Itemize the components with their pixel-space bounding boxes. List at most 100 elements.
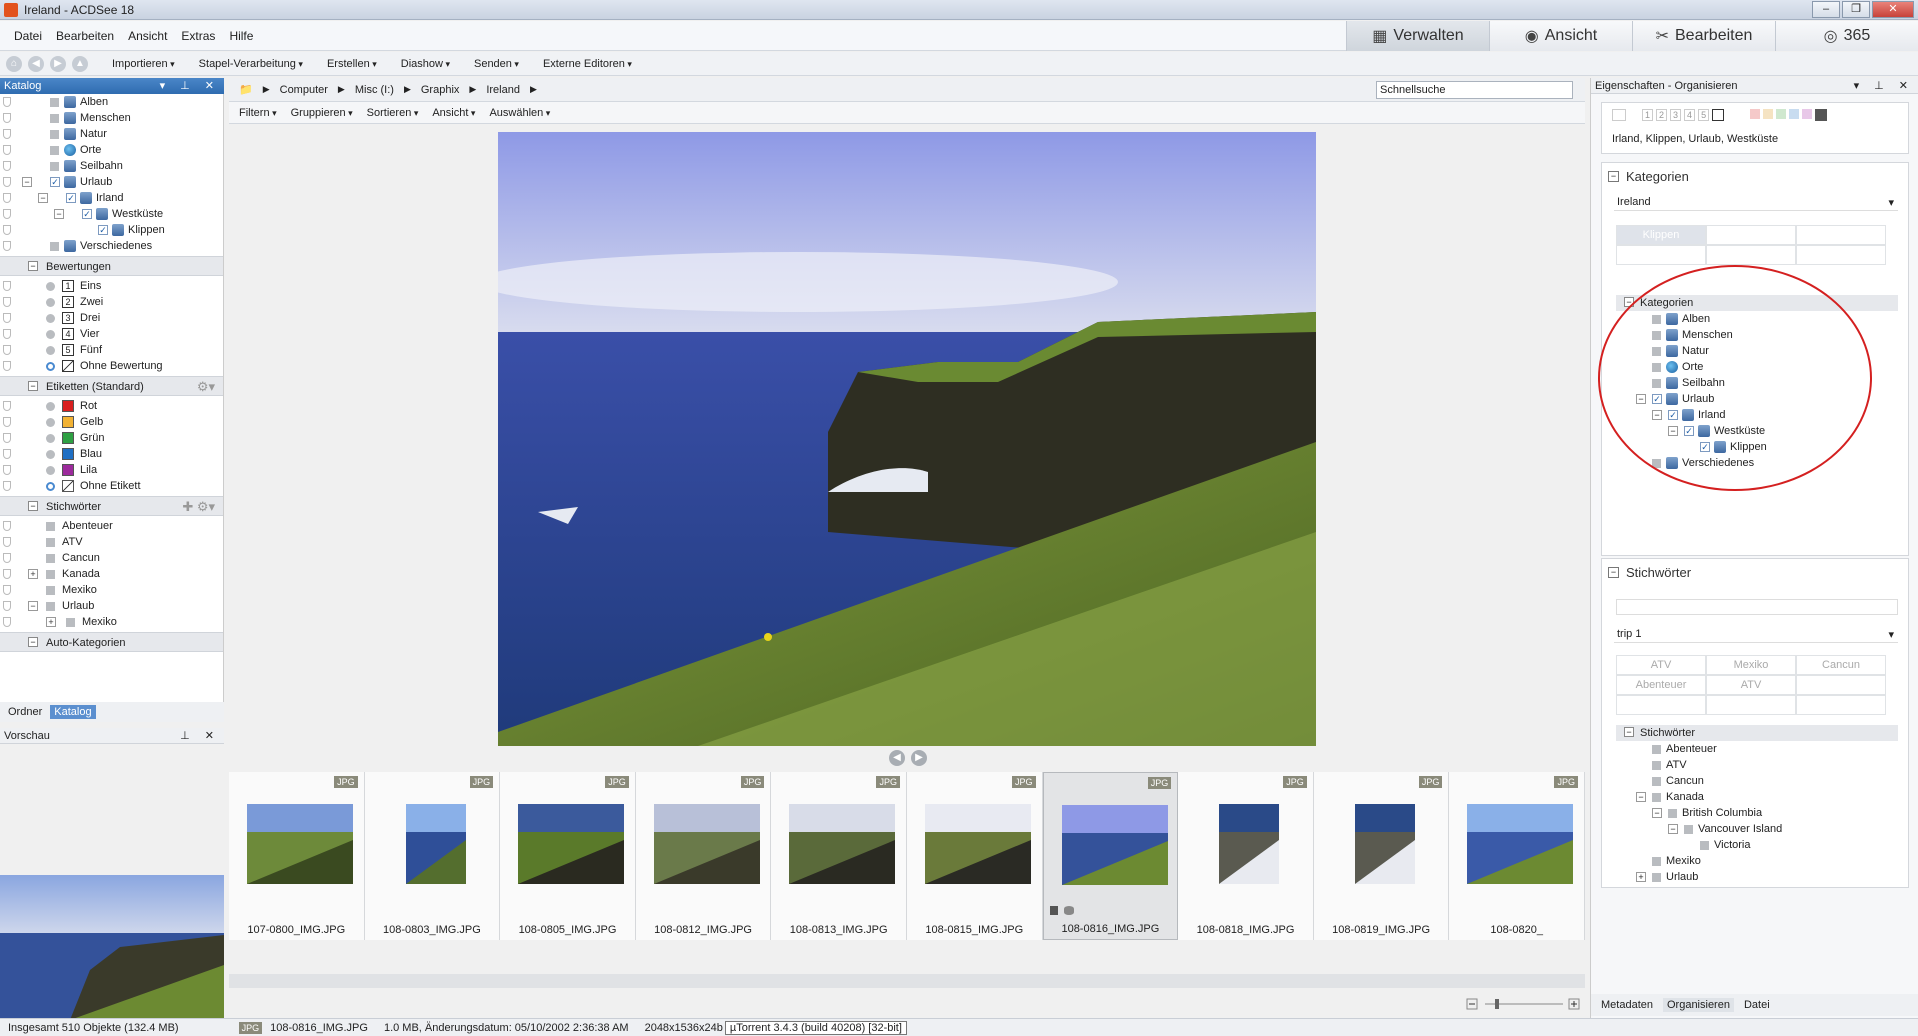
thumbnail[interactable]: JPG 108-0820_: [1449, 772, 1585, 940]
collapse-icon[interactable]: −: [1608, 567, 1619, 578]
checkbox[interactable]: ✓: [82, 209, 92, 219]
checkbox[interactable]: [1652, 873, 1661, 882]
label-purple[interactable]: [1802, 109, 1813, 119]
pin-icon[interactable]: [3, 585, 11, 595]
keyword-input[interactable]: [1616, 599, 1898, 615]
radio[interactable]: [46, 314, 55, 323]
up-icon[interactable]: ▲: [72, 55, 88, 72]
kategorien-select[interactable]: Ireland ▾: [1614, 193, 1898, 211]
catalog-category-item[interactable]: − ✓ Urlaub: [0, 174, 223, 190]
pin-icon[interactable]: [3, 297, 11, 307]
checkbox[interactable]: [1652, 315, 1661, 324]
menu-ansicht[interactable]: Ansicht: [128, 29, 167, 43]
pin-icon[interactable]: [3, 481, 11, 491]
radio[interactable]: [46, 298, 55, 307]
home-icon[interactable]: ⌂: [6, 55, 22, 72]
quick-search-input[interactable]: Schnellsuche: [1376, 81, 1573, 99]
pin-icon[interactable]: [3, 241, 11, 251]
tree-item[interactable]: − British Columbia: [1616, 805, 1898, 821]
checkbox[interactable]: [50, 162, 59, 171]
crumb-computer[interactable]: Computer: [280, 84, 328, 96]
tree-item[interactable]: − ✓ Westküste: [1616, 423, 1898, 439]
pin-icon[interactable]: [3, 313, 11, 323]
rating-1[interactable]: 1: [1642, 109, 1654, 121]
checkbox[interactable]: [1700, 841, 1709, 850]
checkbox[interactable]: ✓: [1684, 426, 1694, 436]
menu-datei[interactable]: Datei: [14, 29, 42, 43]
thumbnail[interactable]: JPG 108-0816_IMG.JPG: [1042, 772, 1179, 940]
tab-ordner[interactable]: Ordner: [4, 705, 46, 719]
crumb-misc[interactable]: Misc (I:): [355, 84, 394, 96]
pin-icon[interactable]: [3, 569, 11, 579]
radio[interactable]: [46, 346, 55, 355]
catalog-category-item[interactable]: Alben: [0, 94, 223, 110]
checkbox[interactable]: [50, 242, 59, 251]
collapse-icon[interactable]: −: [1652, 808, 1662, 818]
catalog-category-item[interactable]: Natur: [0, 126, 223, 142]
rating-3[interactable]: 3: [1670, 109, 1682, 121]
tab-datei[interactable]: Datei: [1740, 998, 1774, 1012]
label-blue[interactable]: [1789, 109, 1800, 119]
catalog-category-item[interactable]: Orte: [0, 142, 223, 158]
checkbox[interactable]: ✓: [50, 177, 60, 187]
rating-item[interactable]: Ohne Bewertung: [0, 358, 223, 374]
kategorien-tree-head[interactable]: − Kategorien: [1616, 295, 1898, 311]
toolbar-externe-editoren[interactable]: Externe Editoren: [543, 58, 632, 70]
radio[interactable]: [46, 362, 55, 371]
section-etiketten[interactable]: − Etiketten (Standard) ⚙▾: [0, 376, 223, 396]
tag-cell[interactable]: [1616, 695, 1706, 715]
checkbox[interactable]: [46, 586, 55, 595]
radio[interactable]: [46, 402, 55, 411]
color-label-item[interactable]: Grün: [0, 430, 223, 446]
tag-cell[interactable]: Klippen: [1616, 225, 1706, 245]
thumbnail[interactable]: JPG 107-0800_IMG.JPG: [229, 772, 365, 940]
checkbox[interactable]: ✓: [1652, 394, 1662, 404]
checkbox[interactable]: [1652, 459, 1661, 468]
minimize-button[interactable]: –: [1812, 1, 1840, 18]
catalog-category-item[interactable]: Verschiedenes: [0, 238, 223, 254]
checkbox[interactable]: [46, 602, 55, 611]
tag-cell[interactable]: Abenteuer: [1616, 675, 1706, 695]
filter-auswaehlen[interactable]: Auswählen: [489, 107, 550, 119]
mode-ansicht[interactable]: ◉ Ansicht: [1489, 21, 1632, 51]
collapse-icon[interactable]: −: [54, 209, 64, 219]
tag-cell[interactable]: Cancun: [1796, 655, 1886, 675]
checkbox[interactable]: ✓: [66, 193, 76, 203]
main-photo[interactable]: [498, 132, 1316, 746]
pin-icon[interactable]: [3, 209, 11, 219]
collapse-icon[interactable]: −: [1668, 824, 1678, 834]
tag-cell[interactable]: Mexiko: [1706, 655, 1796, 675]
stich-tree-head[interactable]: − Stichwörter: [1616, 725, 1898, 741]
toolbar-importieren[interactable]: Importieren: [112, 58, 175, 70]
crumb-graphix[interactable]: Graphix: [421, 84, 460, 96]
checkbox[interactable]: [1652, 857, 1661, 866]
tree-item[interactable]: ✓ Klippen: [1616, 439, 1898, 455]
keyword-item[interactable]: Abenteuer: [0, 518, 223, 534]
checkbox[interactable]: [46, 538, 55, 547]
tree-item[interactable]: + Urlaub: [1616, 869, 1898, 885]
tag-cell[interactable]: [1706, 225, 1796, 245]
pin-icon[interactable]: [3, 281, 11, 291]
tree-item[interactable]: Cancun: [1616, 773, 1898, 789]
toolbar-erstellen[interactable]: Erstellen: [327, 58, 377, 70]
tree-item[interactable]: − Kanada: [1616, 789, 1898, 805]
tree-item[interactable]: Natur: [1616, 343, 1898, 359]
checkbox[interactable]: [1652, 745, 1661, 754]
rating-item[interactable]: 2 Zwei: [0, 294, 223, 310]
pin-icon[interactable]: [3, 129, 11, 139]
menu-extras[interactable]: Extras: [181, 29, 215, 43]
color-label-item[interactable]: Blau: [0, 446, 223, 462]
section-auto-kategorien[interactable]: − Auto-Kategorien: [0, 632, 223, 652]
catalog-category-item[interactable]: ✓ Klippen: [0, 222, 223, 238]
checkbox[interactable]: [1652, 331, 1661, 340]
back-icon[interactable]: ◀: [28, 55, 44, 72]
pin-icon[interactable]: [3, 401, 11, 411]
radio[interactable]: [46, 450, 55, 459]
rating-item[interactable]: 4 Vier: [0, 326, 223, 342]
tab-organisieren[interactable]: Organisieren: [1662, 998, 1734, 1012]
tag-cell[interactable]: [1796, 695, 1886, 715]
mode-verwalten[interactable]: ▦ Verwalten: [1346, 21, 1489, 51]
pin-icon[interactable]: [3, 449, 11, 459]
radio[interactable]: [46, 330, 55, 339]
pin-icon[interactable]: [3, 329, 11, 339]
